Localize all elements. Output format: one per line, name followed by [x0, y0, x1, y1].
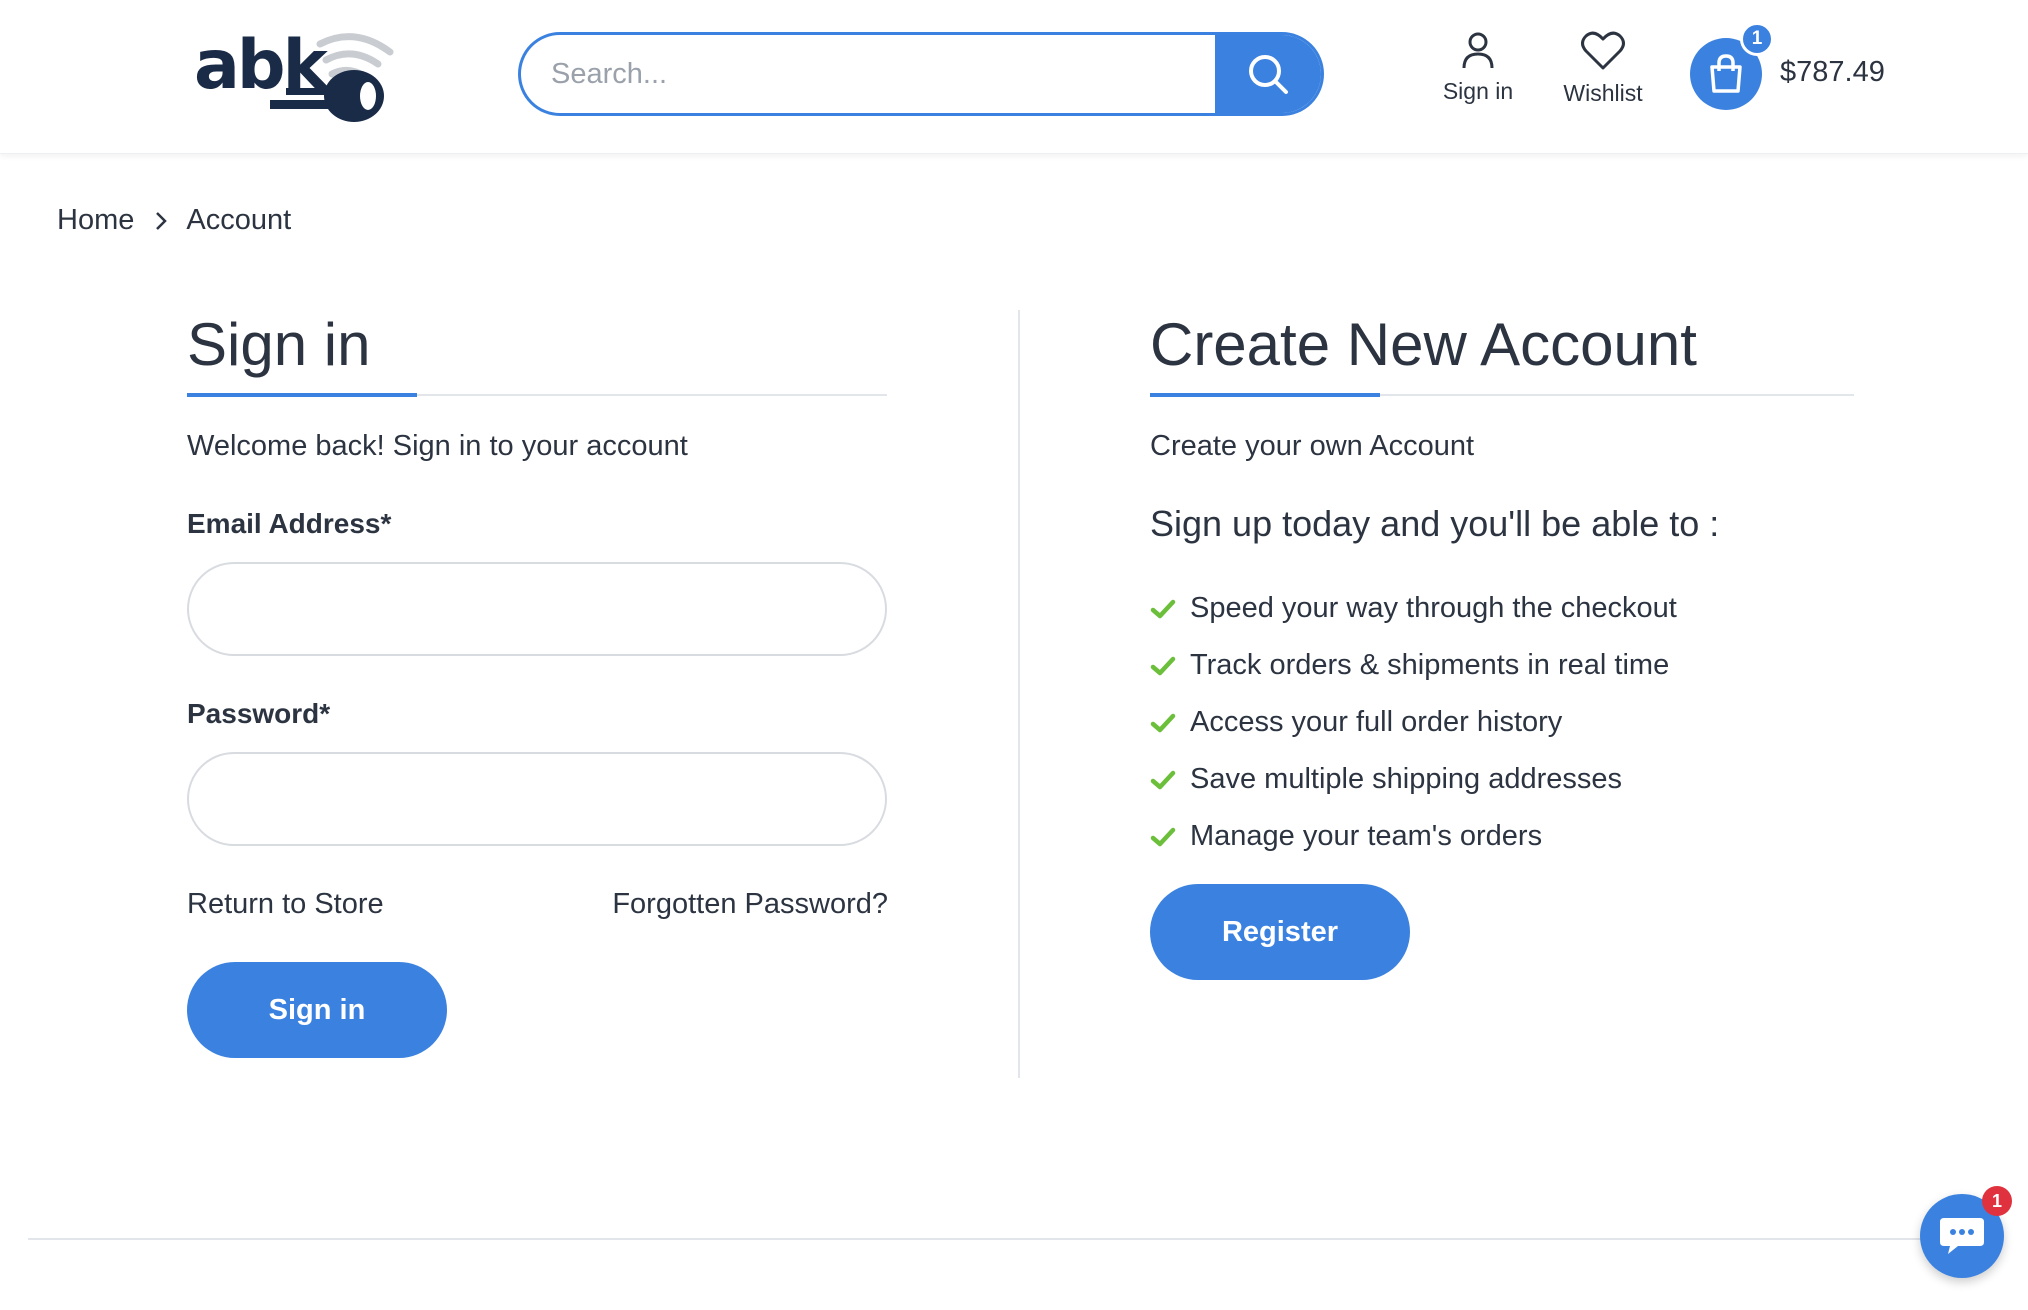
- create-account-title: Create New Account: [1150, 311, 1697, 378]
- create-title-accent: [1150, 393, 1380, 397]
- abk-logo[interactable]: abk: [190, 22, 400, 132]
- header-wishlist-label: Wishlist: [1563, 80, 1643, 106]
- breadcrumb-current: Account: [186, 204, 292, 236]
- signup-heading: Sign up today and you'll be able to :: [1150, 503, 1720, 544]
- footer-divider: [28, 1238, 2000, 1240]
- user-icon: [1462, 32, 1494, 69]
- register-button[interactable]: Register: [1150, 884, 1410, 980]
- heart-icon: [1581, 31, 1625, 70]
- header-signin-label: Sign in: [1442, 78, 1514, 104]
- signin-button[interactable]: Sign in: [187, 962, 447, 1058]
- return-to-store-link[interactable]: Return to Store: [187, 888, 384, 921]
- benefit-text: Save multiple shipping addresses: [1190, 763, 1623, 795]
- cart-count-badge: 1: [1740, 22, 1774, 56]
- breadcrumb-home[interactable]: Home: [57, 204, 134, 237]
- search-bar: [518, 32, 1324, 116]
- benefit-text: Track orders & shipments in real time: [1190, 649, 1670, 681]
- search-icon: [1249, 55, 1288, 94]
- search-input[interactable]: [521, 35, 1221, 113]
- chat-icon: [1940, 1218, 1984, 1254]
- email-label: Email Address*: [187, 508, 392, 539]
- password-field[interactable]: [187, 752, 887, 846]
- header-signin-link[interactable]: Sign in: [1430, 30, 1526, 105]
- shopping-bag-icon: [1710, 54, 1742, 93]
- benefit-item: Manage your team's orders: [1150, 808, 1677, 865]
- benefit-text: Manage your team's orders: [1190, 820, 1543, 852]
- benefit-item: Speed your way through the checkout: [1150, 580, 1677, 637]
- benefit-text: Access your full order history: [1190, 706, 1563, 738]
- signin-title: Sign in: [187, 311, 371, 378]
- checkmark-icon: [1150, 769, 1176, 791]
- logo-text: abk: [194, 26, 328, 105]
- signin-title-accent: [187, 393, 417, 397]
- create-subtitle: Create your own Account: [1150, 430, 1475, 462]
- email-field[interactable]: [187, 562, 887, 656]
- checkmark-icon: [1150, 598, 1176, 620]
- search-button[interactable]: [1215, 35, 1321, 113]
- benefit-item: Track orders & shipments in real time: [1150, 637, 1677, 694]
- chevron-right-icon: [154, 210, 168, 232]
- benefits-list: Speed your way through the checkout Trac…: [1150, 580, 1677, 865]
- benefit-item: Access your full order history: [1150, 694, 1677, 751]
- site-header: abk Sign in Wishlist 1 $787.49: [0, 0, 2028, 154]
- column-divider: [1018, 310, 1020, 1078]
- breadcrumb: Home Account: [57, 204, 291, 237]
- forgot-password-link[interactable]: Forgotten Password?: [608, 888, 888, 921]
- benefit-item: Save multiple shipping addresses: [1150, 751, 1677, 808]
- checkmark-icon: [1150, 826, 1176, 848]
- cart-total[interactable]: $787.49: [1780, 56, 1885, 89]
- checkmark-icon: [1150, 655, 1176, 677]
- signin-welcome-text: Welcome back! Sign in to your account: [187, 430, 688, 462]
- benefit-text: Speed your way through the checkout: [1190, 592, 1677, 624]
- chat-notification-badge: 1: [1982, 1186, 2012, 1216]
- password-label: Password*: [187, 698, 331, 729]
- checkmark-icon: [1150, 712, 1176, 734]
- header-wishlist-link[interactable]: Wishlist: [1548, 30, 1658, 107]
